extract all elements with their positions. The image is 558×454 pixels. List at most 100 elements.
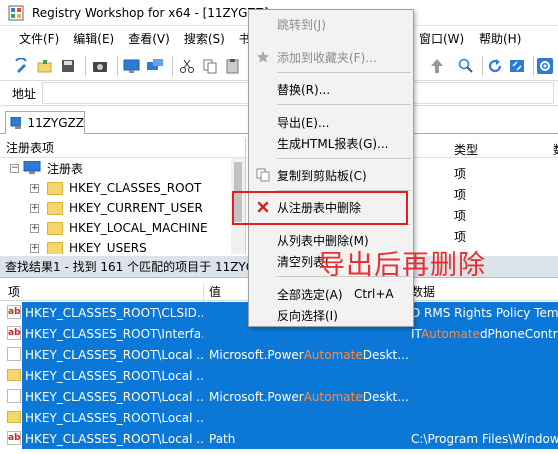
match-highlight: Automate	[303, 389, 363, 404]
list-item[interactable]: HKEY_CLASSES_ROOT\Local ... Microsoft.Po…	[0, 386, 558, 407]
menu-help[interactable]: 帮助(H)	[472, 26, 528, 52]
find-icon[interactable]	[456, 56, 476, 76]
menu-item-label: 复制到剪贴板(C)	[277, 168, 367, 183]
compare-icon[interactable]	[507, 56, 527, 76]
menu-item-label: 全部选定(A)	[277, 287, 343, 302]
column-header-type[interactable]: 类型	[454, 141, 478, 158]
data-text: IT	[411, 326, 421, 341]
menu-item-export[interactable]: 导出(E)...	[249, 111, 413, 133]
computer-icon	[23, 161, 41, 174]
string-value-icon: ab	[7, 431, 21, 445]
menu-item-add-favorite[interactable]: 添加到收藏夹(F)...	[249, 46, 413, 68]
result-data: C:\Program Files\Window	[411, 431, 558, 446]
window-title: Registry Workshop for x64 - [11ZYGZZ]	[32, 5, 269, 20]
folder-icon	[47, 241, 63, 254]
tree-item-label: HKEY_LOCAL_MACHINE	[69, 221, 208, 235]
menu-item-copy-clipboard[interactable]: 复制到剪贴板(C)	[249, 164, 413, 186]
expand-icon[interactable]: +	[30, 203, 39, 213]
registry-workshop-app-icon	[8, 5, 24, 21]
result-value: Path	[209, 431, 236, 446]
collapse-icon[interactable]: −	[10, 163, 19, 173]
folder-icon	[47, 201, 63, 215]
toolbar-separator	[172, 56, 173, 76]
menu-item-invert-selection[interactable]: 反向选择(I)	[249, 304, 413, 326]
tree-item-hkey-users[interactable]: + HKEY_USERS	[0, 238, 245, 254]
tree-item-hkey-local-machine[interactable]: + HKEY_LOCAL_MACHINE	[0, 218, 245, 238]
menu-item-replace[interactable]: 替换(R)...	[249, 78, 413, 100]
toolbar-separator	[117, 56, 118, 76]
column-header-value[interactable]: 值	[209, 283, 221, 300]
toolbar-separator	[533, 56, 534, 76]
network-computer-icon[interactable]	[145, 56, 165, 76]
menu-item-shortcut: Ctrl+A	[354, 287, 394, 301]
cut-icon[interactable]	[177, 56, 197, 76]
tab-computer-11zygzz[interactable]: 11ZYGZZ	[5, 111, 85, 134]
document-key-icon	[7, 389, 21, 403]
address-label: 地址	[12, 86, 37, 101]
expand-icon[interactable]: +	[30, 183, 39, 193]
open-folder-icon[interactable]	[35, 56, 55, 76]
value-text: Microsoft.Power	[209, 347, 304, 362]
list-item[interactable]: ab HKEY_CLASSES_ROOT\Local ... Path C:\P…	[0, 428, 558, 449]
value-text: Deskt...	[362, 347, 409, 362]
value-type-cell: 项	[454, 188, 467, 202]
copy-icon[interactable]	[200, 56, 220, 76]
result-value: Microsoft.PowerAutomateDeskt...	[209, 390, 409, 404]
string-value-icon: ab	[7, 326, 21, 340]
document-key-icon	[7, 347, 21, 361]
result-data: ITAutomatedPhoneControl	[411, 327, 558, 341]
result-key: HKEY_CLASSES_ROOT\CLSID...	[25, 305, 203, 320]
tree-item-hkey-classes-root[interactable]: + HKEY_CLASSES_ROOT	[0, 178, 245, 198]
connect-computer-icon[interactable]	[122, 56, 142, 76]
folder-icon	[47, 221, 63, 235]
column-header-data[interactable]: 数	[553, 141, 558, 158]
column-header-data[interactable]: 数据	[411, 283, 435, 300]
computer-icon	[10, 117, 22, 129]
result-data: D RMS Rights Policy Tem	[411, 305, 558, 320]
menu-item-label: 跳转到(J)	[277, 17, 326, 32]
tree-item-label: 注册表	[47, 161, 84, 176]
menu-item-html-report[interactable]: 生成HTML报表(G)...	[249, 132, 413, 154]
menu-edit[interactable]: 编辑(E)	[66, 26, 121, 52]
list-item[interactable]: HKEY_CLASSES_ROOT\Local ... Microsoft.Po…	[0, 344, 558, 365]
menu-window[interactable]: 窗口(W)	[412, 26, 471, 52]
list-item[interactable]: HKEY_CLASSES_ROOT\Local ...	[0, 365, 558, 386]
tree-item-label: HKEY_CLASSES_ROOT	[69, 181, 202, 195]
expand-icon[interactable]: +	[30, 223, 39, 233]
save-icon[interactable]	[58, 56, 78, 76]
value-type-cell: 项	[454, 209, 467, 223]
annotation-text: 导出后再删除	[318, 250, 486, 281]
tree-pane-header: 注册表项	[0, 138, 245, 158]
column-header-key[interactable]: 项	[8, 283, 20, 300]
menu-item-select-all[interactable]: 全部选定(A) Ctrl+A	[249, 283, 413, 305]
result-key: HKEY_CLASSES_ROOT\Interfa...	[25, 326, 203, 341]
tree-item-label: HKEY_CURRENT_USER	[69, 201, 203, 215]
folder-icon	[47, 181, 63, 195]
refresh-edit-icon[interactable]	[12, 56, 32, 76]
menu-item-jump-to[interactable]: 跳转到(J)	[249, 13, 413, 35]
menu-file[interactable]: 文件(F)	[12, 26, 66, 52]
expand-icon[interactable]: +	[30, 243, 39, 253]
camera-icon[interactable]	[90, 56, 110, 76]
go-up-icon[interactable]	[427, 56, 447, 76]
folder-icon	[7, 411, 21, 423]
settings-gear-icon[interactable]	[535, 56, 555, 76]
toolbar-separator	[482, 56, 483, 76]
result-key: HKEY_CLASSES_ROOT\Local ...	[25, 431, 203, 446]
list-item[interactable]: HKEY_CLASSES_ROOT\Local ...	[0, 407, 558, 428]
tree-item-label: HKEY_USERS	[69, 241, 147, 254]
paste-icon[interactable]	[223, 56, 243, 76]
copy-icon	[255, 167, 271, 183]
result-key: HKEY_CLASSES_ROOT\Local ...	[25, 389, 203, 404]
search-results-summary: 查找结果1 - 找到 161 个匹配的项目于 11ZYG	[5, 260, 256, 274]
result-key: HKEY_CLASSES_ROOT\Local ...	[25, 368, 203, 383]
tree-item-registry-root[interactable]: − 注册表	[0, 158, 245, 178]
menu-search[interactable]: 搜索(S)	[177, 26, 232, 52]
tree-item-hkey-current-user[interactable]: + HKEY_CURRENT_USER	[0, 198, 245, 218]
menu-view[interactable]: 查看(V)	[121, 26, 177, 52]
result-value: Microsoft.PowerAutomateDeskt...	[209, 348, 409, 362]
star-icon	[255, 49, 271, 65]
menu-item-label: 生成HTML报表(G)...	[277, 136, 389, 151]
result-key: HKEY_CLASSES_ROOT\Local ...	[25, 410, 203, 425]
refresh-icon[interactable]	[485, 56, 505, 76]
